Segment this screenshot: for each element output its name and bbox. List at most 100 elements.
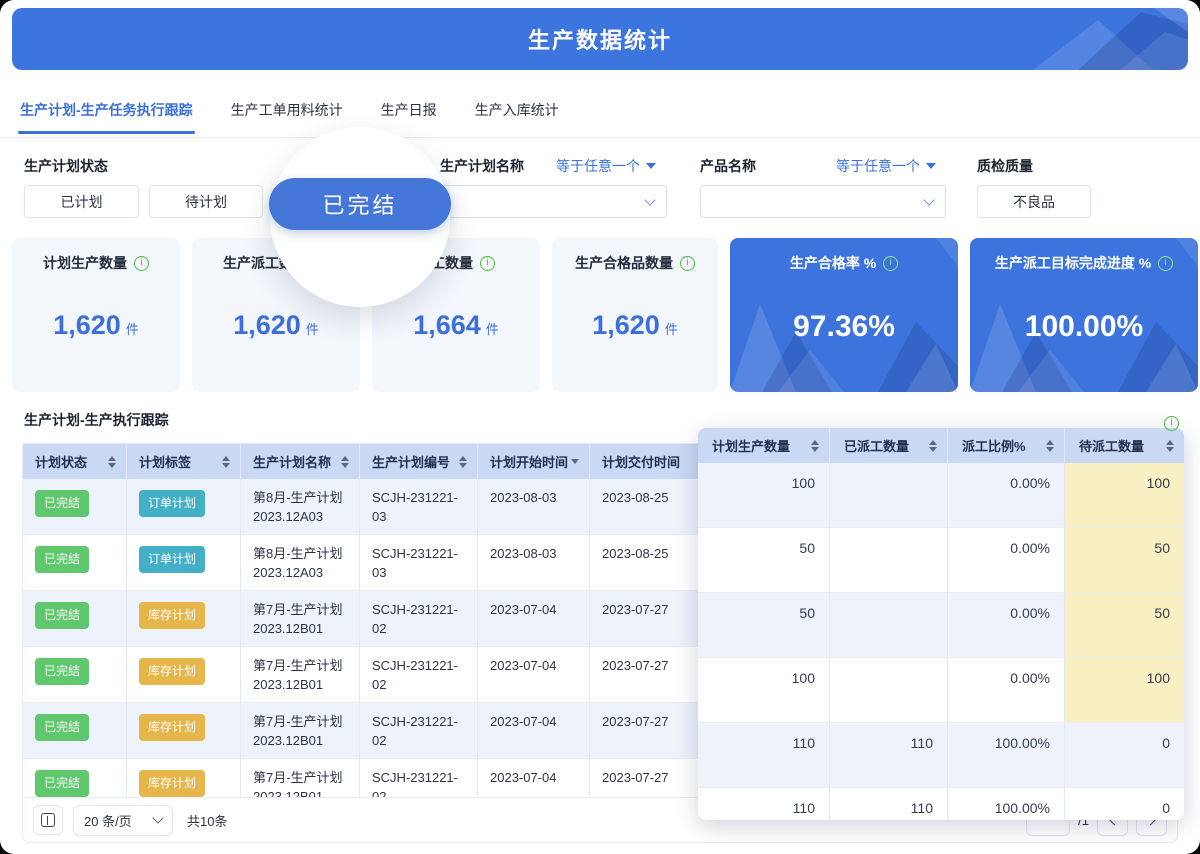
sort-icon: [459, 456, 467, 468]
panel-row[interactable]: 1000.00%100: [698, 463, 1184, 528]
panel-row[interactable]: 500.00%50: [698, 593, 1184, 658]
status-cell: 已完结: [23, 703, 127, 759]
app-window: 生产数据统计 生产计划-生产任务执行跟踪生产工单用料统计生产日报生产入库统计 生…: [0, 0, 1200, 854]
panel-row[interactable]: 1000.00%100: [698, 658, 1184, 723]
panel-column-header-2[interactable]: 已派工数量: [830, 428, 948, 463]
panel-column-header-3[interactable]: 派工比例%: [948, 428, 1065, 463]
page-size-select[interactable]: 20 条/页: [73, 805, 173, 836]
status-badge: 已完结: [35, 714, 89, 741]
stat-card-unit: 件: [306, 322, 319, 337]
tag-badge: 库存计划: [139, 714, 205, 741]
panel-column-label: 派工比例%: [962, 436, 1026, 455]
stat-card-value: 1,664: [413, 310, 481, 340]
plan-code-cell: SCJH-231221-02: [360, 759, 478, 799]
tag-cell: 库存计划: [127, 647, 241, 703]
chevron-down-icon: [644, 194, 655, 205]
plan-code-cell: SCJH-231221-03: [360, 479, 478, 535]
column-header-4[interactable]: 生产计划编号: [360, 444, 478, 479]
tab-2[interactable]: 生产工单用料统计: [229, 100, 345, 134]
table-section-title: 生产计划-生产执行跟踪: [24, 410, 169, 430]
planned-qty-cell: 50: [698, 593, 830, 658]
tag-cell: 库存计划: [127, 703, 241, 759]
caret-down-icon: [926, 163, 936, 174]
plan-code-cell: SCJH-231221-02: [360, 647, 478, 703]
panel-body: 1000.00%100500.00%50500.00%501000.00%100…: [698, 463, 1184, 820]
status-finished-button[interactable]: 已完结: [269, 178, 451, 230]
column-settings-button[interactable]: [33, 805, 63, 835]
quality-defective-button[interactable]: 不良品: [977, 185, 1091, 218]
dispatch-ratio-cell: 100.00%: [948, 723, 1065, 788]
tag-badge: 库存计划: [139, 602, 205, 629]
tab-1[interactable]: 生产计划-生产任务执行跟踪: [18, 100, 195, 134]
tab-4[interactable]: 生产入库统计: [473, 100, 561, 134]
plan-name-line2: 2023.12B01: [253, 675, 347, 694]
dispatched-qty-cell: 110: [830, 723, 948, 788]
dispatch-ratio-cell: 0.00%: [948, 528, 1065, 593]
chevron-down-icon: [923, 194, 934, 205]
stat-card-4: 生产合格品数量1,620件: [552, 238, 718, 392]
plan-code-cell: SCJH-231221-02: [360, 591, 478, 647]
status-planned-button[interactable]: 已计划: [24, 185, 139, 218]
dispatch-ratio-cell: 100.00%: [948, 788, 1065, 820]
plan-status-label: 生产计划状态: [24, 156, 108, 176]
stat-card-value: 100.00%: [1025, 310, 1143, 343]
column-header-3[interactable]: 生产计划名称: [241, 444, 360, 479]
panel-column-header-1[interactable]: 计划生产数量: [698, 428, 830, 463]
panel-row[interactable]: 110110100.00%0: [698, 788, 1184, 820]
start-date-cell: 2023-07-04: [478, 647, 590, 703]
dispatched-qty-cell: [830, 528, 948, 593]
tag-cell: 库存计划: [127, 759, 241, 799]
panel-row[interactable]: 500.00%50: [698, 528, 1184, 593]
info-icon[interactable]: [1164, 416, 1179, 431]
status-pending-button[interactable]: 待计划: [149, 185, 263, 218]
planned-qty-cell: 110: [698, 788, 830, 820]
stat-card-unit: 件: [126, 322, 139, 337]
sort-icon: [929, 440, 937, 452]
planned-qty-cell: 50: [698, 528, 830, 593]
column-header-2[interactable]: 计划标签: [127, 444, 241, 479]
column-header-5[interactable]: 计划开始时间: [478, 444, 590, 479]
plan-name-select[interactable]: [440, 185, 667, 218]
plan-name-operator[interactable]: 等于任意一个: [556, 156, 656, 176]
product-name-operator[interactable]: 等于任意一个: [836, 156, 936, 176]
tag-cell: 库存计划: [127, 591, 241, 647]
page-title: 生产数据统计: [528, 23, 672, 55]
tag-badge: 库存计划: [139, 658, 205, 685]
plan-name-cell: 第8月-生产计划2023.12A03: [241, 479, 360, 535]
status-cell: 已完结: [23, 591, 127, 647]
panel-row[interactable]: 110110100.00%0: [698, 723, 1184, 788]
status-cell: 已完结: [23, 647, 127, 703]
plan-name-line1: 第8月-生产计划: [253, 544, 347, 563]
dispatch-ratio-cell: 0.00%: [948, 463, 1065, 528]
dispatch-ratio-cell: 0.00%: [948, 593, 1065, 658]
info-icon[interactable]: [1158, 256, 1173, 271]
panel-column-label: 待派工数量: [1079, 436, 1144, 455]
status-badge: 已完结: [35, 602, 89, 629]
panel-column-header-4[interactable]: 待派工数量: [1065, 428, 1184, 463]
column-header-label: 计划开始时间: [490, 452, 568, 471]
stat-card-unit: 件: [486, 322, 499, 337]
info-icon[interactable]: [680, 256, 695, 271]
sort-icon: [1046, 440, 1054, 452]
tag-badge: 订单计划: [139, 490, 205, 517]
info-icon[interactable]: [883, 256, 898, 271]
plan-name-cell: 第7月-生产计划2023.12B01: [241, 591, 360, 647]
sort-icon: [222, 456, 230, 468]
planned-qty-cell: 110: [698, 723, 830, 788]
stat-card-value: 1,620: [233, 310, 301, 340]
product-name-select[interactable]: [700, 185, 946, 218]
info-icon[interactable]: [134, 256, 149, 271]
tab-3[interactable]: 生产日报: [379, 100, 439, 134]
product-name-label: 产品名称: [700, 156, 756, 176]
plan-name-line1: 第8月-生产计划: [253, 488, 347, 507]
dispatched-qty-cell: [830, 593, 948, 658]
chevron-down-icon: [152, 812, 163, 823]
column-header-1[interactable]: 计划状态: [23, 444, 127, 479]
planned-qty-cell: 100: [698, 463, 830, 528]
plan-name-line1: 第7月-生产计划: [253, 712, 347, 731]
start-date-cell: 2023-07-04: [478, 703, 590, 759]
info-icon[interactable]: [480, 256, 495, 271]
status-badge: 已完结: [35, 546, 89, 573]
status-badge: 已完结: [35, 770, 89, 797]
pending-qty-cell: 50: [1065, 593, 1184, 658]
